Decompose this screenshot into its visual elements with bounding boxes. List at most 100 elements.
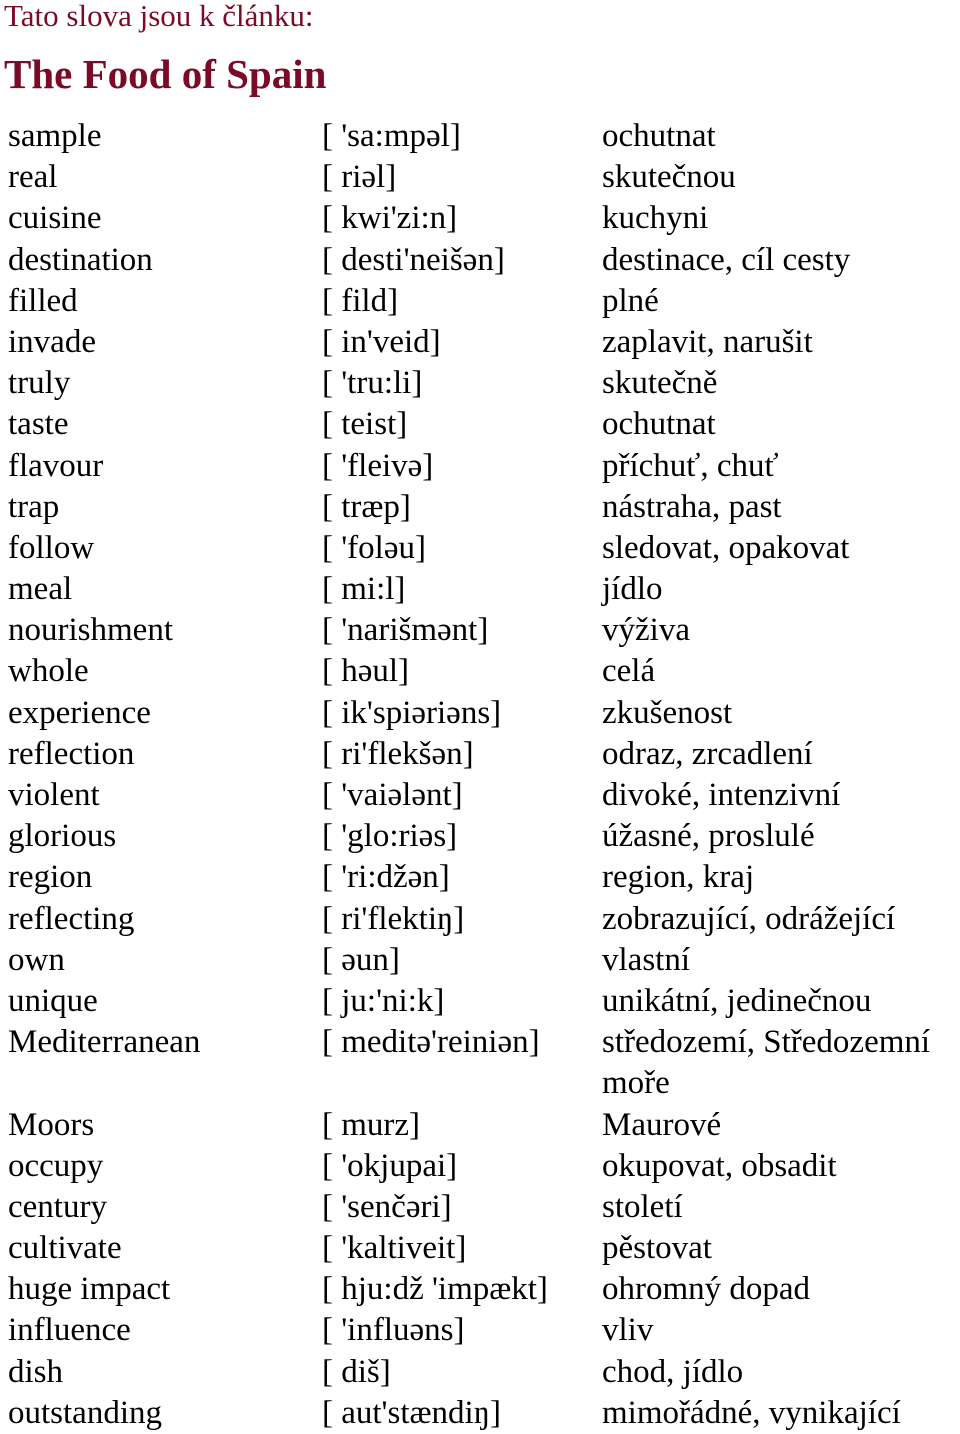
vocabulary-word: cuisine <box>8 200 102 237</box>
vocabulary-pronunciation: [ 'fleivə] <box>322 447 434 484</box>
vocabulary-row: flavour [ 'fleivə] příchuť, chuť <box>0 446 960 487</box>
vocabulary-translation: ochutnat <box>602 118 716 154</box>
vocabulary-pronunciation: [ murz] <box>322 1106 421 1143</box>
vocabulary-word: Moors <box>8 1106 95 1143</box>
vocabulary-translation: mimořádné, vynikající <box>602 1394 901 1431</box>
vocabulary-row: sample [ 'sa:mpəl] ochutnat <box>0 116 960 157</box>
vocabulary-row: century [ 'senčəri] století <box>0 1187 960 1228</box>
vocabulary-table: sample [ 'sa:mpəl] ochutnat real [ riəl] skut… <box>0 116 960 1434</box>
vocabulary-row: huge impact [ hju:dž 'impækt] ohromný dopa… <box>0 1269 960 1310</box>
vocabulary-row: glorious [ 'glo:riəs] úžasné, proslulé <box>0 816 960 857</box>
vocabulary-word: dish <box>8 1353 64 1390</box>
vocabulary-word: sample <box>8 118 102 154</box>
vocabulary-row: truly [ 'tru:li] skutečně <box>0 363 960 404</box>
vocabulary-word: unique <box>8 982 98 1019</box>
vocabulary-translation: vlastní <box>602 941 690 978</box>
vocabulary-word: huge impact <box>8 1271 171 1308</box>
vocabulary-word: invade <box>8 323 96 360</box>
vocabulary-translation: skutečnou <box>602 159 736 196</box>
vocabulary-word: experience <box>8 694 151 731</box>
vocabulary-translation: jídlo <box>602 571 663 608</box>
vocabulary-translation: příchuť, chuť <box>602 447 779 484</box>
vocabulary-pronunciation: [ aut'stændiŋ] <box>322 1394 502 1431</box>
vocabulary-pronunciation: [ 'glo:riəs] <box>322 818 458 855</box>
vocabulary-pronunciation: [ ju:'ni:k] <box>322 982 445 1019</box>
vocabulary-pronunciation: [ riəl] <box>322 159 397 196</box>
vocabulary-translation: století <box>602 1188 683 1225</box>
vocabulary-row: dish [ diš] chod, jídlo <box>0 1352 960 1393</box>
vocabulary-word: glorious <box>8 818 117 855</box>
vocabulary-row: reflecting [ ri'flektiŋ] zobrazující, odrá… <box>0 899 960 940</box>
vocabulary-word: own <box>8 941 65 978</box>
vocabulary-word: follow <box>8 529 95 566</box>
vocabulary-translation: vliv <box>602 1312 654 1349</box>
vocabulary-translation: zaplavit, narušit <box>602 323 813 360</box>
vocabulary-pronunciation: [ ik'spiəriəns] <box>322 694 502 731</box>
vocabulary-word: flavour <box>8 447 104 484</box>
vocabulary-row: trap [ træp] nástraha, past <box>0 487 960 528</box>
vocabulary-translation: odraz, zrcadlení <box>602 735 813 772</box>
vocabulary-word: outstanding <box>8 1394 162 1431</box>
vocabulary-row: Mediterranean [ meditə'reiniən] středozemí… <box>0 1022 960 1104</box>
vocabulary-row: experience [ ik'spiəriəns] zkušenost <box>0 693 960 734</box>
vocabulary-row: unique [ ju:'ni:k] unikátní, jedinečnou <box>0 981 960 1022</box>
vocabulary-translation: zkušenost <box>602 694 733 731</box>
vocabulary-translation: okupovat, obsadit <box>602 1147 837 1184</box>
vocabulary-translation: ochutnat <box>602 406 716 443</box>
vocabulary-word: century <box>8 1188 107 1225</box>
vocabulary-row: outstanding [ aut'stændiŋ] mimořádné, vyni… <box>0 1393 960 1434</box>
vocabulary-pronunciation: [ 'foləu] <box>322 529 426 566</box>
vocabulary-pronunciation: [ meditə'reiniən] <box>322 1024 540 1061</box>
vocabulary-word: reflecting <box>8 900 135 937</box>
vocabulary-row: real [ riəl] skutečnou <box>0 157 960 198</box>
vocabulary-pronunciation: [ ri'flekšən] <box>322 735 474 772</box>
vocabulary-row: cuisine [ kwi'zi:n] kuchyni <box>0 198 960 239</box>
vocabulary-translation: výživa <box>602 612 690 649</box>
vocabulary-word: nourishment <box>8 612 173 649</box>
vocabulary-translation: ohromný dopad <box>602 1271 811 1308</box>
vocabulary-row: reflection [ ri'flekšən] odraz, zrcadlení <box>0 734 960 775</box>
vocabulary-row: region [ 'ri:džən] region, kraj <box>0 857 960 898</box>
vocabulary-pronunciation: [ 'ri:džən] <box>322 859 450 896</box>
vocabulary-word: Mediterranean <box>8 1024 201 1061</box>
vocabulary-row: taste [ teist] ochutnat <box>0 404 960 445</box>
vocabulary-word: region <box>8 859 93 896</box>
vocabulary-row: meal [ mi:l] jídlo <box>0 569 960 610</box>
vocabulary-pronunciation: [ 'tru:li] <box>322 365 423 402</box>
vocabulary-pronunciation: [ 'vaiələnt] <box>322 777 463 813</box>
vocabulary-translation: Maurové <box>602 1106 722 1143</box>
vocabulary-translation: nástraha, past <box>602 488 782 525</box>
vocabulary-word: destination <box>8 241 153 278</box>
article-title: The Food of Spain <box>4 51 327 97</box>
vocabulary-pronunciation: [ əun] <box>322 941 400 978</box>
vocabulary-translation: region, kraj <box>602 859 755 896</box>
vocabulary-translation: úžasné, proslulé <box>602 818 815 855</box>
vocabulary-word: meal <box>8 571 73 608</box>
vocabulary-pronunciation: [ 'okjupai] <box>322 1147 458 1184</box>
vocabulary-translation: středozemí, Středozemní moře <box>602 1024 931 1102</box>
vocabulary-pronunciation: [ 'sa:mpəl] <box>322 118 461 154</box>
vocabulary-translation: divoké, intenzivní <box>602 777 841 813</box>
vocabulary-row: destination [ desti'neišən] destinace, cíl… <box>0 240 960 281</box>
article-intro-label: Tato slova jsou k článku: <box>4 0 314 33</box>
vocabulary-translation: unikátní, jedinečnou <box>602 982 872 1019</box>
vocabulary-translation: plné <box>602 282 659 319</box>
vocabulary-translation: pěstovat <box>602 1230 712 1267</box>
vocabulary-translation: destinace, cíl cesty <box>602 241 851 278</box>
vocabulary-row: influence [ 'influəns] vliv <box>0 1310 960 1351</box>
vocabulary-pronunciation: [ in'veid] <box>322 323 441 360</box>
vocabulary-pronunciation: [ fild] <box>322 282 399 319</box>
vocabulary-pronunciation: [ desti'neišən] <box>322 241 505 278</box>
vocabulary-pronunciation: [ 'senčəri] <box>322 1188 452 1225</box>
vocabulary-pronunciation: [ hju:dž 'impækt] <box>322 1271 548 1308</box>
vocabulary-word: whole <box>8 653 89 690</box>
vocabulary-word: reflection <box>8 735 135 772</box>
vocabulary-translation: skutečně <box>602 365 718 402</box>
vocabulary-word: truly <box>8 365 71 402</box>
vocabulary-row: cultivate [ 'kaltiveit] pěstovat <box>0 1228 960 1269</box>
vocabulary-translation: kuchyni <box>602 200 709 237</box>
vocabulary-pronunciation: [ 'narišmənt] <box>322 612 489 649</box>
vocabulary-translation: zobrazující, odrážející <box>602 900 896 937</box>
vocabulary-translation: sledovat, opakovat <box>602 529 850 566</box>
vocabulary-row: violent [ 'vaiələnt] divoké, intenzivní <box>0 775 960 816</box>
